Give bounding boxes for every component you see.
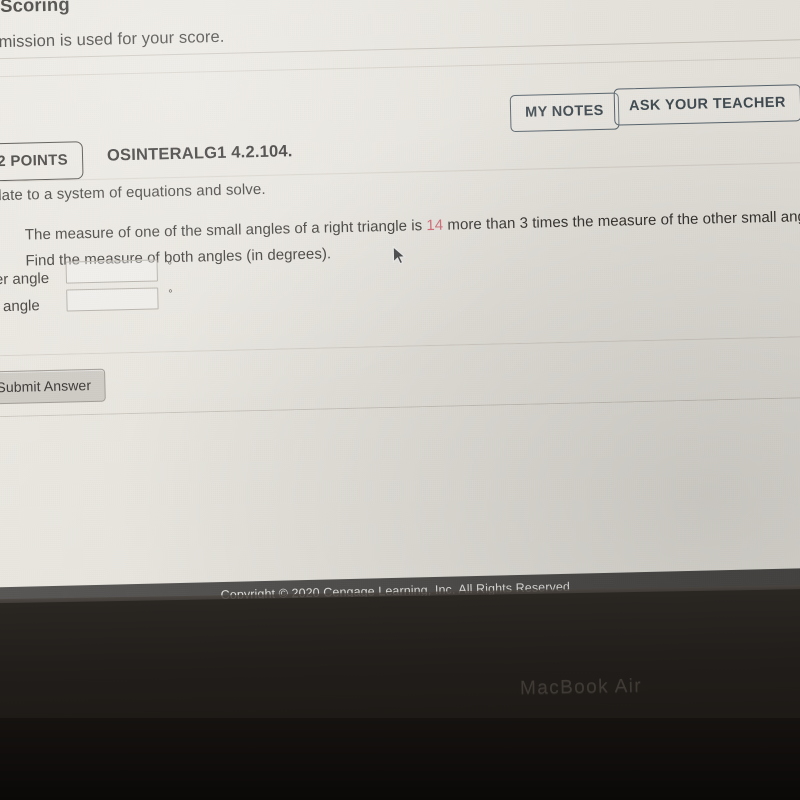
section-subtext: t submission is used for your score. xyxy=(0,27,225,52)
laptop-screen: ges if you submit or change nent Scoring… xyxy=(0,0,800,615)
my-notes-button[interactable]: MY NOTES xyxy=(509,92,620,133)
larger-angle-input[interactable] xyxy=(66,287,159,312)
macbook-air-label: MacBook Air xyxy=(519,675,643,699)
smaller-angle-unit: ° xyxy=(167,260,173,273)
question-text-part1: The measure of one of the small angles o… xyxy=(24,217,427,244)
question-navigation: View Previous Question Question 6 of 50 … xyxy=(0,429,800,496)
screenshot-root: ges if you submit or change nent Scoring… xyxy=(0,0,800,800)
mouse-cursor xyxy=(392,245,407,265)
larger-angle-label: larger angle xyxy=(0,297,40,316)
question-id: OSINTERALG1 4.2.104. xyxy=(106,142,293,165)
points-badge: –/2 POINTS xyxy=(0,141,84,182)
bottom-shadow xyxy=(0,718,800,800)
smaller-angle-input[interactable] xyxy=(65,259,158,284)
question-instruction: Translate to a system of equations and s… xyxy=(0,180,266,206)
section-heading: nent Scoring xyxy=(0,0,70,17)
question-highlight-value: 14 xyxy=(426,216,444,235)
submit-panel xyxy=(0,335,800,419)
webassign-page: ges if you submit or change nent Scoring… xyxy=(0,0,800,615)
submit-answer-button[interactable]: Submit Answer xyxy=(0,368,106,405)
smaller-angle-label: smaller angle xyxy=(0,269,50,290)
divider-2 xyxy=(0,56,800,78)
larger-angle-unit: ° xyxy=(168,288,173,301)
page-footer: Home My Assignments Request Extension xyxy=(0,503,800,570)
ask-your-teacher-button[interactable]: ASK YOUR TEACHER xyxy=(613,84,800,126)
